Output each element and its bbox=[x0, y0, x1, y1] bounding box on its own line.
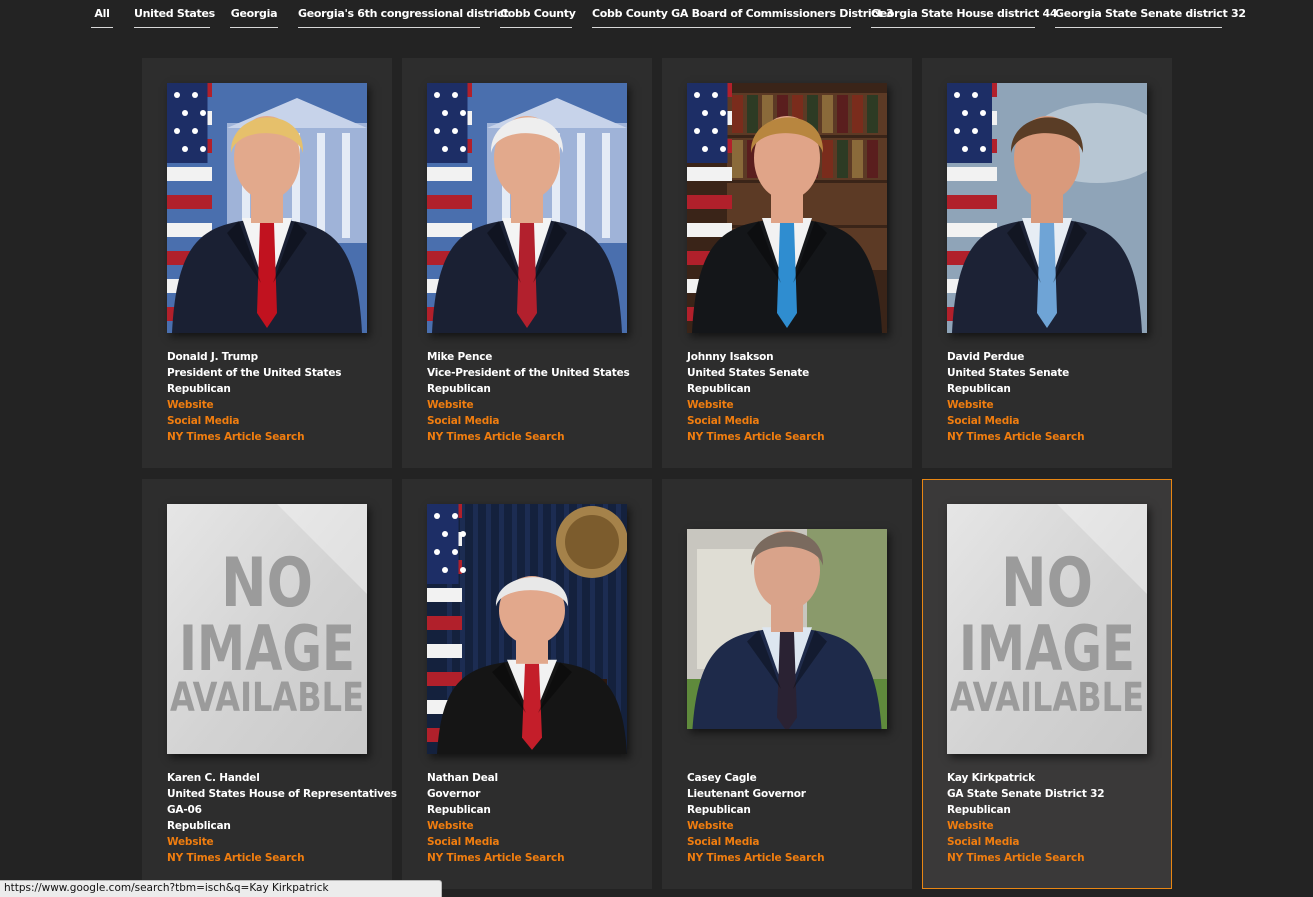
nytimes-search-link[interactable]: NY Times Article Search bbox=[167, 850, 382, 866]
representative-card[interactable]: Johnny Isakson United States Senate Republ… bbox=[662, 58, 912, 468]
representative-card[interactable]: Mike Pence Vice-President of the United S… bbox=[402, 58, 652, 468]
website-link[interactable]: Website bbox=[167, 397, 382, 413]
representative-party: Republican bbox=[947, 383, 1011, 395]
website-link[interactable]: Website bbox=[687, 818, 902, 834]
representative-info: Kay Kirkpatrick GA State Senate District … bbox=[947, 770, 1162, 866]
representative-info: Casey Cagle Lieutenant Governor Republican… bbox=[687, 770, 902, 866]
representative-info: Nathan Deal Governor Republican Website Soci… bbox=[427, 770, 642, 866]
social-media-link[interactable]: Social Media bbox=[687, 413, 902, 429]
website-link[interactable]: Website bbox=[427, 397, 642, 413]
representative-office: United States House of Representatives bbox=[167, 788, 397, 800]
representative-office: Lieutenant Governor bbox=[687, 788, 806, 800]
representative-info: David Perdue United States Senate Republic… bbox=[947, 349, 1162, 445]
representative-info: Johnny Isakson United States Senate Republ… bbox=[687, 349, 902, 445]
website-link[interactable]: Website bbox=[687, 397, 902, 413]
representative-card[interactable]: Donald J. Trump President of the United S… bbox=[142, 58, 392, 468]
social-media-link[interactable]: Social Media bbox=[167, 413, 382, 429]
representative-office: President of the United States bbox=[167, 367, 342, 379]
svg-text:AVAILABLE: AVAILABLE bbox=[170, 675, 364, 721]
representative-name: Nathan Deal bbox=[427, 772, 498, 784]
social-media-link[interactable]: Social Media bbox=[427, 413, 642, 429]
nytimes-search-link[interactable]: NY Times Article Search bbox=[687, 850, 902, 866]
social-media-link[interactable]: Social Media bbox=[687, 834, 902, 850]
filter-tab[interactable]: Georgia State Senate district 32 bbox=[1055, 5, 1246, 28]
filter-tab[interactable]: Cobb County GA Board of Commissioners Di… bbox=[592, 5, 894, 28]
representative-office: Vice-President of the United States bbox=[427, 367, 630, 379]
filter-nav: All United States Georgia Georgia's 6th con… bbox=[0, 0, 1313, 34]
representative-office: United States Senate bbox=[947, 367, 1070, 379]
representative-card[interactable]: NO IMAGE AVAILABLE Karen C. Handel United… bbox=[142, 479, 397, 889]
website-link[interactable]: Website bbox=[947, 818, 1162, 834]
representative-name: Casey Cagle bbox=[687, 772, 757, 784]
nytimes-search-link[interactable]: NY Times Article Search bbox=[167, 429, 382, 445]
page: All United States Georgia Georgia's 6th con… bbox=[0, 0, 1313, 897]
representative-card[interactable]: Nathan Deal Governor Republican Website Soci… bbox=[402, 479, 652, 889]
filter-tab[interactable]: Georgia bbox=[230, 5, 278, 28]
svg-text:AVAILABLE: AVAILABLE bbox=[950, 675, 1144, 721]
representative-info: Karen C. Handel United States House of Re… bbox=[167, 770, 397, 866]
representative-photo[interactable] bbox=[427, 83, 627, 333]
status-bar-url: https://www.google.com/search?tbm=isch&q… bbox=[0, 880, 442, 897]
representative-office: Governor bbox=[427, 788, 481, 800]
nytimes-search-link[interactable]: NY Times Article Search bbox=[947, 429, 1162, 445]
representative-photo[interactable] bbox=[947, 83, 1147, 333]
website-link[interactable]: Website bbox=[167, 834, 382, 850]
representative-name: Johnny Isakson bbox=[687, 351, 774, 363]
representative-district: GA-06 bbox=[167, 804, 202, 816]
representative-name: Karen C. Handel bbox=[167, 772, 260, 784]
representative-photo[interactable] bbox=[167, 83, 367, 333]
representative-card[interactable]: David Perdue United States Senate Republic… bbox=[922, 58, 1172, 468]
representative-name: David Perdue bbox=[947, 351, 1025, 363]
representative-info: Mike Pence Vice-President of the United S… bbox=[427, 349, 642, 445]
website-link[interactable]: Website bbox=[947, 397, 1162, 413]
representative-party: Republican bbox=[167, 383, 231, 395]
representative-name: Donald J. Trump bbox=[167, 351, 258, 363]
representative-photo[interactable] bbox=[687, 529, 887, 729]
representative-photo[interactable] bbox=[427, 504, 627, 754]
representative-party: Republican bbox=[427, 804, 491, 816]
social-media-link[interactable]: Social Media bbox=[947, 834, 1162, 850]
no-image-placeholder[interactable]: NO IMAGE AVAILABLE bbox=[947, 504, 1147, 754]
social-media-link[interactable]: Social Media bbox=[947, 413, 1162, 429]
representative-party: Republican bbox=[947, 804, 1011, 816]
filter-tab[interactable]: Georgia State House district 44 bbox=[871, 5, 1058, 28]
nytimes-search-link[interactable]: NY Times Article Search bbox=[687, 429, 902, 445]
representative-party: Republican bbox=[687, 804, 751, 816]
no-image-placeholder[interactable]: NO IMAGE AVAILABLE bbox=[167, 504, 367, 754]
representative-party: Republican bbox=[687, 383, 751, 395]
social-media-link[interactable]: Social Media bbox=[427, 834, 642, 850]
nytimes-search-link[interactable]: NY Times Article Search bbox=[947, 850, 1162, 866]
representative-card[interactable]: Casey Cagle Lieutenant Governor Republican… bbox=[662, 479, 912, 889]
nytimes-search-link[interactable]: NY Times Article Search bbox=[427, 850, 642, 866]
filter-tab[interactable]: All bbox=[91, 5, 113, 28]
filter-tab[interactable]: Georgia's 6th congressional district bbox=[298, 5, 509, 28]
representative-name: Kay Kirkpatrick bbox=[947, 772, 1035, 784]
representative-name: Mike Pence bbox=[427, 351, 493, 363]
representative-office: United States Senate bbox=[687, 367, 810, 379]
representative-office: GA State Senate District 32 bbox=[947, 788, 1105, 800]
representative-photo[interactable] bbox=[687, 83, 887, 333]
nytimes-search-link[interactable]: NY Times Article Search bbox=[427, 429, 642, 445]
representative-party: Republican bbox=[167, 820, 231, 832]
representative-info: Donald J. Trump President of the United S… bbox=[167, 349, 382, 445]
representative-party: Republican bbox=[427, 383, 491, 395]
filter-tab[interactable]: United States bbox=[134, 5, 215, 28]
filter-tab[interactable]: Cobb County bbox=[500, 5, 576, 28]
representative-card[interactable]: NO IMAGE AVAILABLE Kay Kirkpatrick GA Sta… bbox=[922, 479, 1172, 889]
website-link[interactable]: Website bbox=[427, 818, 642, 834]
